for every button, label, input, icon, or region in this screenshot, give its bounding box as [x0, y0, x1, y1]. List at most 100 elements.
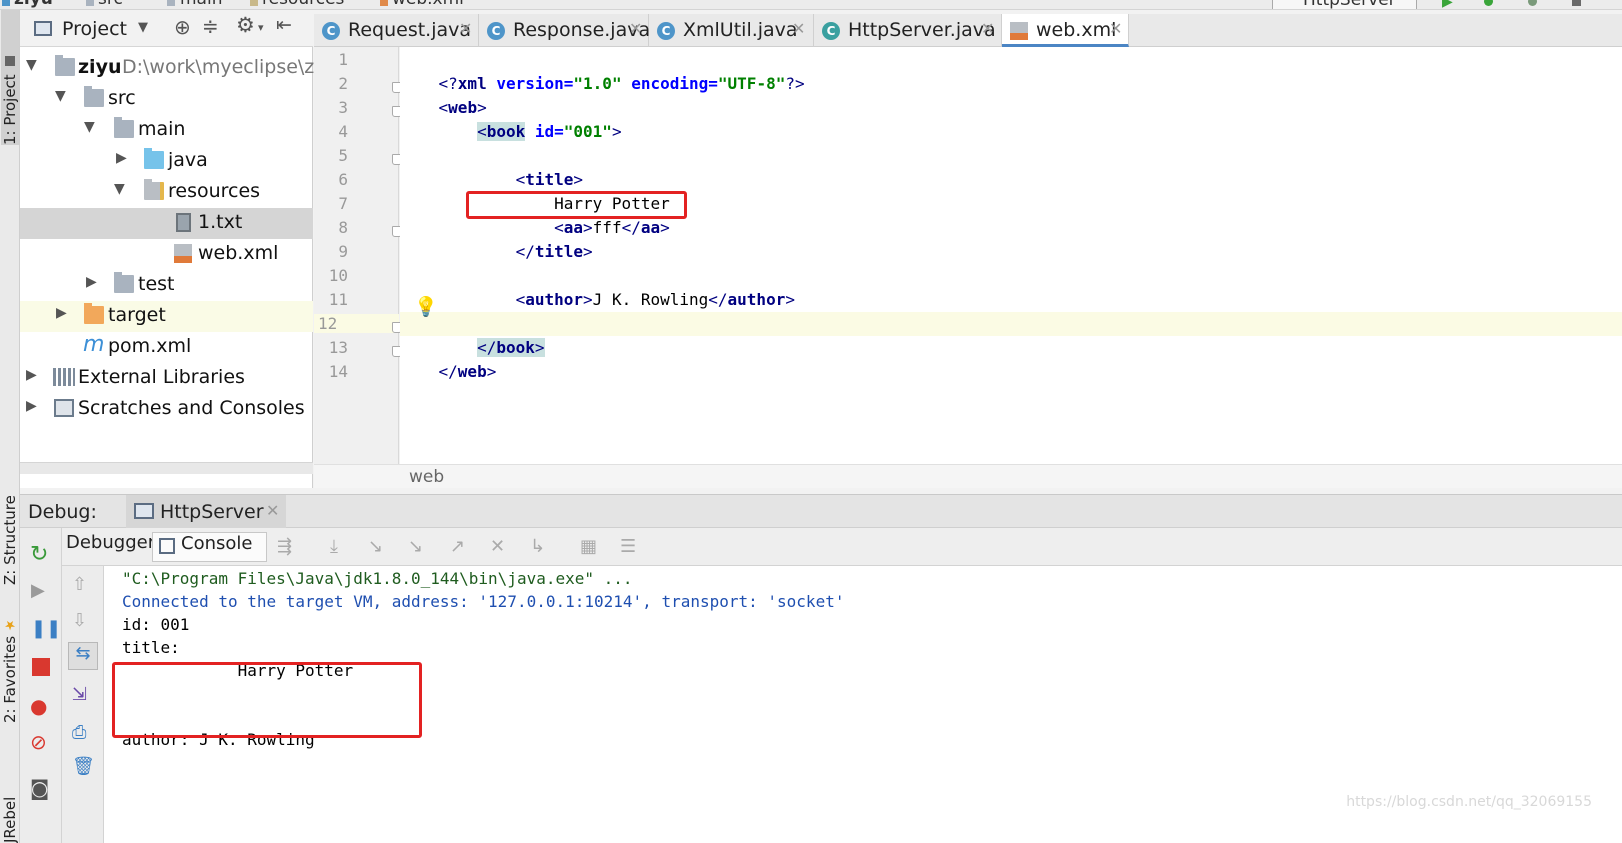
- project-view-title[interactable]: Project: [62, 18, 127, 40]
- java-main-class-icon: C: [822, 22, 840, 40]
- tab-httpserver-java[interactable]: C HttpServer.java ✕: [814, 14, 1002, 47]
- tab-request-java[interactable]: C Request.java ✕: [314, 14, 479, 47]
- tree-item-web-xml[interactable]: web.xml: [20, 239, 313, 270]
- close-icon[interactable]: ✕: [266, 501, 279, 520]
- nav-crumb-webxml[interactable]: web.xml: [392, 0, 464, 9]
- close-icon[interactable]: ✕: [1109, 19, 1122, 38]
- trace-icon[interactable]: ☰: [620, 536, 642, 558]
- nav-crumb-ziyu[interactable]: ziyu: [14, 0, 53, 9]
- application-icon: [134, 503, 154, 519]
- nav-crumb-main[interactable]: main: [180, 0, 222, 9]
- editor-breadcrumb: web: [314, 464, 1622, 488]
- run-to-cursor-icon[interactable]: ↳: [530, 536, 552, 558]
- tab-xmlutil-java[interactable]: C XmlUtil.java ✕: [649, 14, 814, 47]
- locate-icon[interactable]: ⊕: [174, 15, 191, 39]
- chevron-down-icon[interactable]: ▼: [55, 88, 71, 108]
- tree-item-1-txt[interactable]: 1.txt: [20, 208, 313, 239]
- chevron-down-icon[interactable]: ▼: [26, 57, 42, 77]
- close-icon[interactable]: ✕: [459, 19, 472, 38]
- nav-crumb-resources[interactable]: resources: [262, 0, 344, 9]
- lightbulb-icon[interactable]: 💡: [414, 295, 438, 318]
- code-editor[interactable]: <?xml version="1.0" encoding="UTF-8"?> <…: [400, 47, 1622, 464]
- chevron-down-icon[interactable]: ▼: [138, 20, 148, 35]
- tree-item-main[interactable]: ▼ main: [20, 115, 313, 146]
- resume-icon[interactable]: ▶: [31, 580, 53, 602]
- tree-item-external-libraries[interactable]: ▶ External Libraries: [20, 363, 313, 394]
- camera-icon[interactable]: ◙: [30, 776, 52, 800]
- stop-icon[interactable]: [32, 658, 50, 676]
- mute-breakpoints-icon[interactable]: ⊘: [30, 730, 52, 754]
- step-out-icon[interactable]: ↗: [450, 536, 472, 558]
- source-folder-icon: [144, 148, 164, 169]
- chevron-right-icon[interactable]: ▶: [26, 398, 42, 418]
- chevron-right-icon[interactable]: ▶: [116, 150, 132, 170]
- maven-icon: m: [83, 332, 105, 357]
- pause-icon[interactable]: ❚❚: [31, 618, 61, 640]
- tab-response-java[interactable]: C Response.java ✕: [479, 14, 650, 47]
- chevron-right-icon[interactable]: ▶: [26, 367, 42, 387]
- trash-icon[interactable]: 🗑: [72, 756, 95, 778]
- tree-item-test[interactable]: ▶ test: [20, 270, 313, 301]
- down-arrow-icon[interactable]: ⇩: [72, 610, 94, 632]
- debug-session-tab[interactable]: HttpServer ✕: [126, 495, 286, 529]
- highlight-box-editor: [466, 191, 687, 219]
- gear-dropdown-icon[interactable]: ▾: [258, 21, 264, 34]
- code-line-6: Harry Potter: [438, 194, 670, 213]
- tree-item-target[interactable]: ▶ target: [20, 301, 313, 332]
- project-tool-button[interactable]: 1: Project: [1, 10, 19, 145]
- console-line: Connected to the target VM, address: '12…: [122, 592, 845, 611]
- soft-wrap-icon[interactable]: ⇆: [68, 642, 98, 670]
- step-over-icon[interactable]: ⤓: [330, 536, 352, 558]
- view-breakpoints-icon[interactable]: ●: [30, 694, 52, 718]
- structure-tool-button[interactable]: Z: Structure: [1, 460, 19, 585]
- tab-debugger[interactable]: Debugger: [66, 532, 155, 562]
- horizontal-scrollbar[interactable]: [20, 462, 313, 474]
- drop-frame-icon[interactable]: ✕: [490, 536, 512, 558]
- nav-crumb-src[interactable]: src: [98, 0, 123, 9]
- debug-toolbar: Debugger Console ⇶ ⤓ ↘ ↘ ↗ ✕ ↳ ▦ ☰: [62, 528, 1622, 566]
- chevron-down-icon[interactable]: ▼: [114, 181, 130, 201]
- step-into-icon[interactable]: ↘: [368, 536, 390, 558]
- chevron-down-icon[interactable]: ▼: [84, 119, 100, 139]
- chevron-right-icon[interactable]: ▶: [86, 274, 102, 294]
- code-line-2: <web>: [438, 98, 487, 117]
- folder-icon: [84, 86, 104, 107]
- run-config-selector[interactable]: HttpServer: [1272, 0, 1417, 9]
- coverage-icon[interactable]: [1528, 0, 1537, 6]
- gear-icon[interactable]: ⚙: [236, 13, 255, 37]
- close-icon[interactable]: ✕: [981, 19, 994, 38]
- xml-file-icon: [380, 0, 388, 6]
- breadcrumb-item-web[interactable]: web: [409, 467, 444, 487]
- tree-item-scratches[interactable]: ▶ Scratches and Consoles: [20, 394, 313, 425]
- resources-folder-icon: [250, 0, 258, 6]
- hide-panel-icon[interactable]: ⇤: [276, 14, 292, 36]
- force-step-into-icon[interactable]: ↘: [408, 536, 430, 558]
- tree-item-pom-xml[interactable]: m pom.xml: [20, 332, 313, 363]
- collapse-all-icon[interactable]: ≑: [202, 14, 219, 38]
- tree-item-src[interactable]: ▼ src: [20, 84, 313, 115]
- tree-item-java[interactable]: ▶ java: [20, 146, 313, 177]
- tree-item-resources[interactable]: ▼ resources: [20, 177, 313, 208]
- chevron-right-icon[interactable]: ▶: [56, 305, 72, 325]
- show-execution-point-icon[interactable]: ⇶: [277, 536, 299, 558]
- evaluate-expression-icon[interactable]: ▦: [580, 536, 602, 558]
- scratches-icon: [54, 399, 74, 417]
- tree-item-ziyu[interactable]: ▼ ziyu D:\work\myeclipse\ziyu: [20, 53, 343, 84]
- run-icon[interactable]: ▶: [1442, 0, 1454, 9]
- close-icon[interactable]: ✕: [792, 19, 805, 38]
- close-icon[interactable]: ✕: [629, 19, 642, 38]
- navigation-bar: ziyu src main resources web.xml HttpServ…: [0, 0, 1622, 10]
- scroll-to-end-icon[interactable]: ⇲: [72, 684, 94, 706]
- folder-icon: [114, 117, 134, 138]
- jrebel-run-icon[interactable]: [1572, 0, 1581, 6]
- folder-icon: [86, 0, 94, 6]
- up-arrow-icon[interactable]: ⇧: [72, 574, 94, 596]
- rerun-icon[interactable]: ↻: [30, 542, 52, 567]
- debug-icon[interactable]: [1484, 0, 1493, 6]
- tab-web-xml[interactable]: web.xml ✕: [1002, 14, 1129, 47]
- excluded-folder-icon: [84, 303, 104, 324]
- jrebel-tool-button[interactable]: JRebel: [1, 766, 19, 843]
- favorites-tool-button[interactable]: 2: Favorites ★: [1, 608, 19, 723]
- print-icon[interactable]: ⎙: [72, 722, 94, 744]
- tab-console[interactable]: Console: [152, 532, 267, 562]
